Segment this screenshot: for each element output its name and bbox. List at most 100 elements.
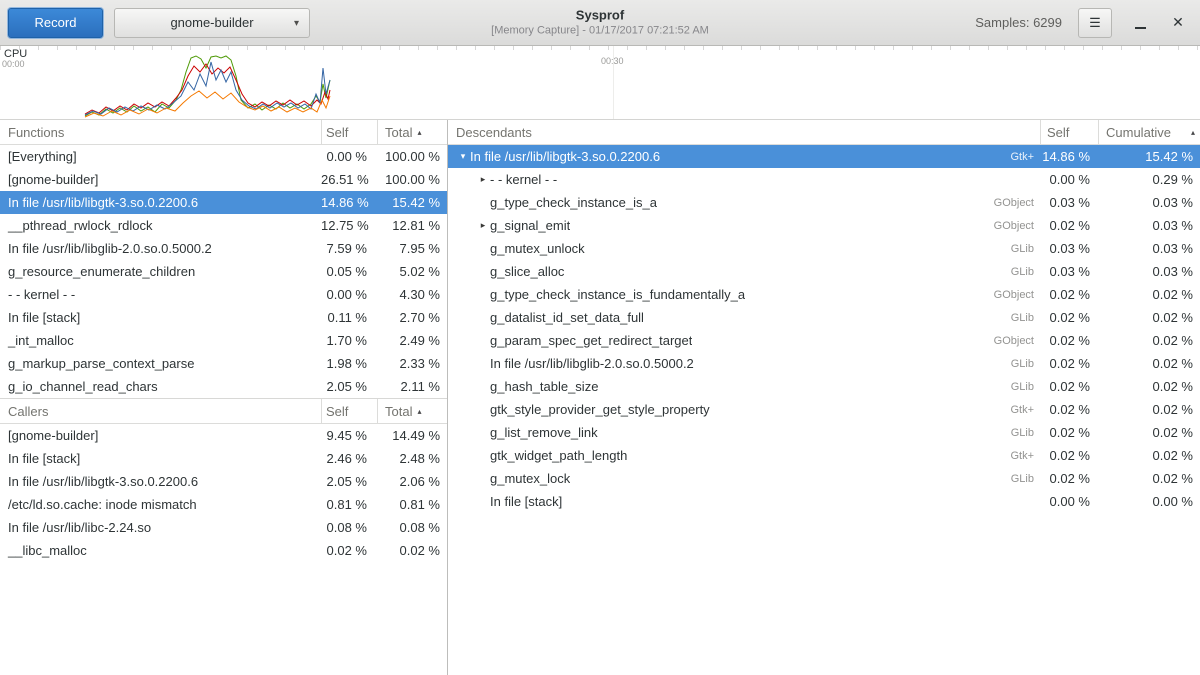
cell-name: - - kernel - - xyxy=(0,287,321,302)
descendant-row[interactable]: g_hash_table_sizeGLib0.02 %0.02 % xyxy=(448,375,1200,398)
column-header-total[interactable]: Total ▴ xyxy=(377,120,447,144)
cell-total: 15.42 % xyxy=(377,195,447,210)
cell-self: 0.05 % xyxy=(321,264,377,279)
cell-self: 14.86 % xyxy=(321,195,377,210)
descendant-row[interactable]: g_type_check_instance_is_aGObject0.03 %0… xyxy=(448,191,1200,214)
column-header-functions[interactable]: Functions xyxy=(0,120,321,144)
cell-self: 0.00 % xyxy=(1040,172,1098,187)
process-selector-label: gnome-builder xyxy=(170,15,253,30)
cell-name: _int_malloc xyxy=(0,333,321,348)
cell-self: 0.02 % xyxy=(1040,471,1098,486)
menu-button[interactable]: ☰ xyxy=(1078,8,1112,38)
expander-open-icon[interactable]: ▾ xyxy=(456,151,470,162)
descendant-row[interactable]: g_slice_allocGLib0.03 %0.03 % xyxy=(448,260,1200,283)
cell-total: 14.49 % xyxy=(377,428,447,443)
descendant-row[interactable]: g_type_check_instance_is_fundamentally_a… xyxy=(448,283,1200,306)
column-header-cumulative[interactable]: Cumulative ▴ xyxy=(1098,120,1200,144)
function-row[interactable]: In file /usr/lib/libglib-2.0.so.0.5000.2… xyxy=(0,237,447,260)
function-row[interactable]: - - kernel - -0.00 %4.30 % xyxy=(0,283,447,306)
process-selector[interactable]: gnome-builder ▾ xyxy=(114,8,310,38)
column-label: Total xyxy=(385,404,412,419)
function-row[interactable]: [Everything]0.00 %100.00 % xyxy=(0,145,447,168)
descendant-row[interactable]: ▸- - kernel - -0.00 %0.29 % xyxy=(448,168,1200,191)
function-row[interactable]: g_resource_enumerate_children0.05 %5.02 … xyxy=(0,260,447,283)
cpu-graph[interactable]: CPU 00:00 00:30 xyxy=(0,46,1200,120)
functions-header-row: Functions Self Total ▴ xyxy=(0,120,447,145)
column-header-self[interactable]: Self xyxy=(321,120,377,144)
cell-cumulative: 0.03 % xyxy=(1098,195,1200,210)
descendant-row[interactable]: g_datalist_id_set_data_fullGLib0.02 %0.0… xyxy=(448,306,1200,329)
cell-cumulative: 0.02 % xyxy=(1098,425,1200,440)
cell-name: ▸g_signal_emitGObject xyxy=(448,218,1040,233)
sort-indicator-icon: ▴ xyxy=(417,407,421,416)
timeline-ticks xyxy=(0,46,1200,50)
cell-name: g_io_channel_read_chars xyxy=(0,379,321,394)
descendant-row[interactable]: g_list_remove_linkGLib0.02 %0.02 % xyxy=(448,421,1200,444)
chevron-down-icon: ▾ xyxy=(294,18,299,29)
cell-cumulative: 0.02 % xyxy=(1098,448,1200,463)
cell-total: 2.33 % xyxy=(377,356,447,371)
descendant-row[interactable]: g_param_spec_get_redirect_targetGObject0… xyxy=(448,329,1200,352)
cell-self: 0.00 % xyxy=(321,149,377,164)
cell-self: 0.02 % xyxy=(1040,448,1098,463)
descendant-row[interactable]: ▸g_signal_emitGObject0.02 %0.03 % xyxy=(448,214,1200,237)
function-name: g_datalist_id_set_data_full xyxy=(490,310,644,325)
descendant-row[interactable]: In file /usr/lib/libglib-2.0.so.0.5000.2… xyxy=(448,352,1200,375)
descendant-row[interactable]: In file [stack]0.00 %0.00 % xyxy=(448,490,1200,513)
expander-closed-icon[interactable]: ▸ xyxy=(476,174,490,185)
callers-rows: [gnome-builder]9.45 %14.49 %In file [sta… xyxy=(0,424,447,562)
cell-self: 0.02 % xyxy=(1040,333,1098,348)
cell-name: gtk_style_provider_get_style_propertyGtk… xyxy=(448,402,1040,417)
function-row[interactable]: __pthread_rwlock_rdlock12.75 %12.81 % xyxy=(0,214,447,237)
library-badge: GLib xyxy=(999,381,1040,393)
function-row[interactable]: In file [stack]0.11 %2.70 % xyxy=(0,306,447,329)
cell-total: 5.02 % xyxy=(377,264,447,279)
column-header-descendants[interactable]: Descendants xyxy=(448,120,1040,144)
function-row[interactable]: [gnome-builder]26.51 %100.00 % xyxy=(0,168,447,191)
function-row[interactable]: _int_malloc1.70 %2.49 % xyxy=(0,329,447,352)
cell-cumulative: 0.03 % xyxy=(1098,241,1200,256)
expander-closed-icon[interactable]: ▸ xyxy=(476,220,490,231)
library-badge: GLib xyxy=(999,266,1040,278)
caller-row[interactable]: /etc/ld.so.cache: inode mismatch0.81 %0.… xyxy=(0,493,447,516)
minimize-button[interactable] xyxy=(1126,9,1154,37)
cell-self: 0.02 % xyxy=(1040,356,1098,371)
cell-total: 2.49 % xyxy=(377,333,447,348)
cell-self: 0.00 % xyxy=(1040,494,1098,509)
cell-name: g_hash_table_sizeGLib xyxy=(448,379,1040,394)
column-header-self[interactable]: Self xyxy=(321,399,377,423)
cell-total: 0.81 % xyxy=(377,497,447,512)
function-row[interactable]: In file /usr/lib/libgtk-3.so.0.2200.614.… xyxy=(0,191,447,214)
function-row[interactable]: g_io_channel_read_chars2.05 %2.11 % xyxy=(0,375,447,398)
caller-row[interactable]: In file /usr/lib/libc-2.24.so0.08 %0.08 … xyxy=(0,516,447,539)
cell-self: 2.05 % xyxy=(321,474,377,489)
sort-indicator-icon: ▴ xyxy=(417,128,421,137)
column-header-self[interactable]: Self xyxy=(1040,120,1098,144)
caller-row[interactable]: In file [stack]2.46 %2.48 % xyxy=(0,447,447,470)
descendant-row[interactable]: ▾In file /usr/lib/libgtk-3.so.0.2200.6Gt… xyxy=(448,145,1200,168)
caller-row[interactable]: __libc_malloc0.02 %0.02 % xyxy=(0,539,447,562)
cell-cumulative: 0.00 % xyxy=(1098,494,1200,509)
cell-cumulative: 0.02 % xyxy=(1098,471,1200,486)
descendant-row[interactable]: g_mutex_unlockGLib0.03 %0.03 % xyxy=(448,237,1200,260)
record-button[interactable]: Record xyxy=(8,8,103,38)
cell-name: In file /usr/lib/libglib-2.0.so.0.5000.2 xyxy=(0,241,321,256)
caller-row[interactable]: In file /usr/lib/libgtk-3.so.0.2200.62.0… xyxy=(0,470,447,493)
caller-row[interactable]: [gnome-builder]9.45 %14.49 % xyxy=(0,424,447,447)
descendant-row[interactable]: gtk_widget_path_lengthGtk+0.02 %0.02 % xyxy=(448,444,1200,467)
close-button[interactable]: ✕ xyxy=(1164,9,1192,37)
cell-self: 7.59 % xyxy=(321,241,377,256)
cell-total: 12.81 % xyxy=(377,218,447,233)
function-name: In file /usr/lib/libgtk-3.so.0.2200.6 xyxy=(470,149,660,164)
cell-total: 2.70 % xyxy=(377,310,447,325)
cell-total: 4.30 % xyxy=(377,287,447,302)
column-label: Cumulative xyxy=(1106,125,1171,140)
hamburger-icon: ☰ xyxy=(1089,15,1101,31)
function-row[interactable]: g_markup_parse_context_parse1.98 %2.33 % xyxy=(0,352,447,375)
column-header-callers[interactable]: Callers xyxy=(0,399,321,423)
column-header-total[interactable]: Total ▴ xyxy=(377,399,447,423)
descendant-row[interactable]: g_mutex_lockGLib0.02 %0.02 % xyxy=(448,467,1200,490)
function-name: g_type_check_instance_is_a xyxy=(490,195,657,210)
descendant-row[interactable]: gtk_style_provider_get_style_propertyGtk… xyxy=(448,398,1200,421)
cell-self: 0.08 % xyxy=(321,520,377,535)
